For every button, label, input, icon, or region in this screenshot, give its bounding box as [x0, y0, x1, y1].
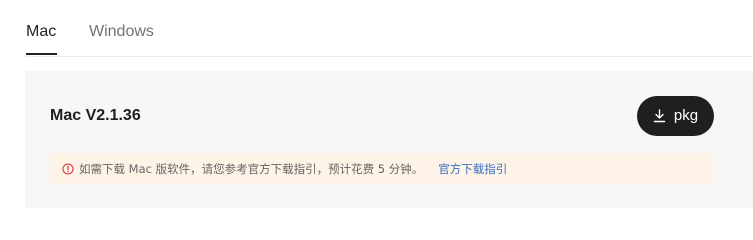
pkg-download-button[interactable]: pkg	[637, 96, 714, 136]
active-tab-indicator	[26, 53, 57, 55]
download-card: Mac V2.1.36 pkg 如需下载 Mac 版软件，请您参考官方下载指引，…	[25, 71, 753, 208]
download-notice: 如需下载 Mac 版软件，请您参考官方下载指引，预计花费 5 分钟。 官方下载指…	[50, 153, 714, 184]
platform-tabs: Mac Windows	[25, 0, 753, 57]
download-icon	[653, 109, 666, 123]
warning-circle-icon	[62, 162, 74, 175]
version-title: Mac V2.1.36	[50, 107, 141, 124]
pkg-button-label: pkg	[673, 107, 699, 124]
tab-windows[interactable]: Windows	[89, 21, 154, 43]
notice-text: 如需下载 Mac 版软件，请您参考官方下载指引，预计花费 5 分钟。	[79, 161, 424, 176]
official-guide-link[interactable]: 官方下载指引	[438, 161, 507, 177]
tab-mac[interactable]: Mac	[26, 21, 56, 43]
